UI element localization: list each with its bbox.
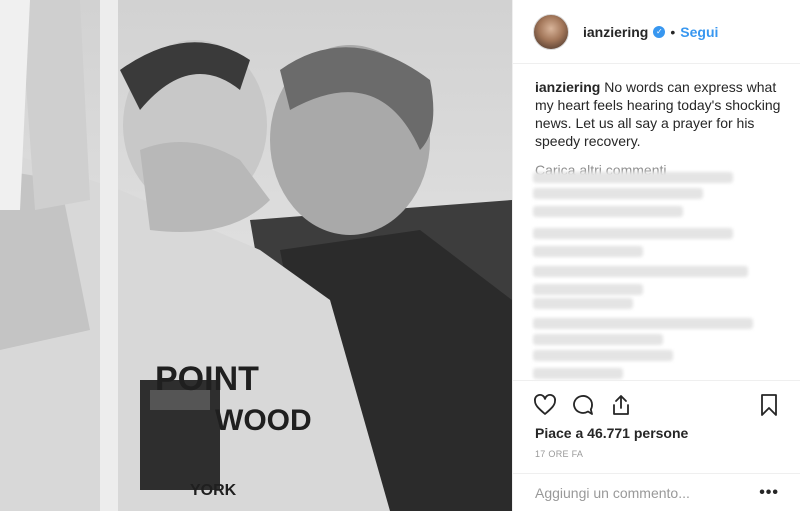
photo-illustration: POINT WOOD YORK [0,0,512,511]
post-header: ianziering ✓ • Segui [513,0,800,64]
avatar[interactable] [533,13,569,50]
header-separator: • [670,23,676,40]
sweatshirt-text-top: POINT [155,360,259,398]
blurred-comment [533,368,623,379]
post-caption: ianziering No words can express what my … [535,78,790,150]
blurred-comment [533,350,673,361]
blurred-comment [533,266,748,277]
blurred-comment [533,298,633,309]
comment-input[interactable]: Aggiungi un commento... [535,485,759,501]
verified-badge-icon: ✓ [653,25,666,38]
blurred-comment [533,172,733,183]
sweatshirt-text-bottom: WOOD [215,404,312,437]
post-timestamp[interactable]: 17 ORE FA [535,449,583,459]
heart-icon[interactable] [533,393,557,417]
more-options-icon[interactable]: ••• [759,484,779,502]
blurred-comment [533,206,683,217]
blurred-comment [533,246,643,257]
follow-button[interactable]: Segui [680,24,718,40]
blurred-comment [533,284,643,295]
caption-username[interactable]: ianziering [535,79,600,95]
comment-icon[interactable] [571,393,595,417]
blurred-comment [533,334,663,345]
comments-section: ianziering No words can express what my … [535,78,790,178]
blurred-comment [533,318,753,329]
blurred-comment [533,188,703,199]
header-username[interactable]: ianziering [583,24,648,40]
likes-count[interactable]: Piace a 46.771 persone [535,425,688,441]
blurred-comment [533,228,733,239]
share-icon[interactable] [609,393,633,417]
sweatshirt-text-small: YORK [190,482,237,499]
post-actions: Piace a 46.771 persone 17 ORE FA Aggiung… [513,380,800,501]
post-side-panel: ianziering ✓ • Segui ianziering No words… [512,0,800,511]
add-comment-box: Aggiungi un commento... ••• [513,473,800,511]
bookmark-icon[interactable] [757,393,781,417]
post-photo: POINT WOOD YORK [0,0,512,511]
